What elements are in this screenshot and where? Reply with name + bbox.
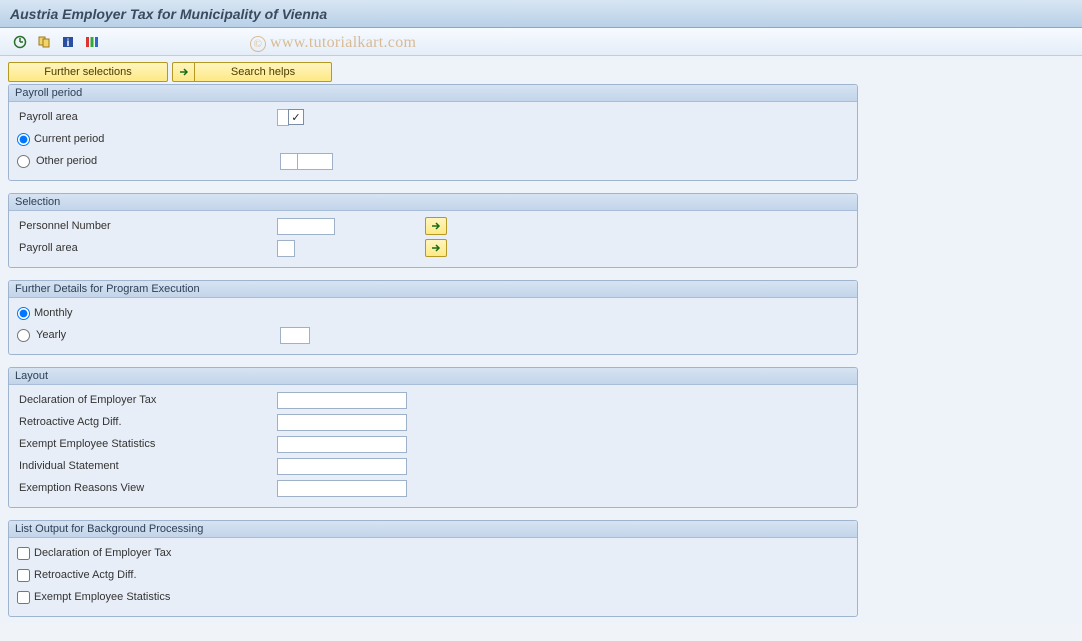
current-period-radio[interactable] xyxy=(17,133,30,146)
section-further-details: Further Details for Program Execution Mo… xyxy=(8,280,858,355)
list-output-label: Exempt Employee Statistics xyxy=(34,591,170,603)
list-output-label: Retroactive Actg Diff. xyxy=(34,569,137,581)
monthly-radio[interactable] xyxy=(17,307,30,320)
section-layout: Layout Declaration of Employer Tax Retro… xyxy=(8,367,858,508)
layout-field-label: Exemption Reasons View xyxy=(17,482,277,494)
sel-payroll-area-multi-button[interactable] xyxy=(425,239,447,257)
content-area: Further selections Search helps Payroll … xyxy=(0,56,1082,623)
layout-field-input[interactable] xyxy=(277,414,407,431)
other-period-label: Other period xyxy=(34,155,280,167)
section-title: List Output for Background Processing xyxy=(9,521,857,538)
other-period-input2[interactable] xyxy=(297,153,333,170)
list-output-label: Declaration of Employer Tax xyxy=(34,547,171,559)
other-period-input1[interactable] xyxy=(280,153,298,170)
further-selections-label: Further selections xyxy=(44,66,131,78)
personnel-number-label: Personnel Number xyxy=(17,220,277,232)
payroll-area-check-icon[interactable]: ✓ xyxy=(288,109,304,125)
current-period-label: Current period xyxy=(34,133,104,145)
sel-payroll-area-label: Payroll area xyxy=(17,242,277,254)
section-selection: Selection Personnel Number Payroll area xyxy=(8,193,858,268)
layout-field-input[interactable] xyxy=(277,480,407,497)
personnel-number-input[interactable] xyxy=(277,218,335,235)
yearly-radio[interactable] xyxy=(17,329,30,342)
action-row: Further selections Search helps xyxy=(8,62,1074,82)
list-output-checkbox[interactable] xyxy=(17,591,30,604)
layout-field-label: Individual Statement xyxy=(17,460,277,472)
other-period-radio[interactable] xyxy=(17,155,30,168)
layout-field-input[interactable] xyxy=(277,458,407,475)
title-text: Austria Employer Tax for Municipality of… xyxy=(10,6,327,22)
search-helps-button[interactable]: Search helps xyxy=(194,62,332,82)
window-title: Austria Employer Tax for Municipality of… xyxy=(0,0,1082,28)
section-title: Further Details for Program Execution xyxy=(9,281,857,298)
search-helps-arrow-icon[interactable] xyxy=(172,62,194,82)
search-helps-group: Search helps xyxy=(172,62,332,82)
execute-icon[interactable] xyxy=(10,33,30,51)
payroll-area-label: Payroll area xyxy=(17,111,277,123)
color-legend-icon[interactable] xyxy=(82,33,102,51)
sel-payroll-area-input[interactable] xyxy=(277,240,295,257)
layout-field-input[interactable] xyxy=(277,392,407,409)
section-payroll-period: Payroll period Payroll area ✓ Current pe… xyxy=(8,84,858,181)
layout-field-label: Retroactive Actg Diff. xyxy=(17,416,277,428)
further-selections-button[interactable]: Further selections xyxy=(8,62,168,82)
list-output-checkbox[interactable] xyxy=(17,569,30,582)
variant-icon[interactable] xyxy=(34,33,54,51)
monthly-label: Monthly xyxy=(34,307,73,319)
list-output-checkbox[interactable] xyxy=(17,547,30,560)
info-icon[interactable]: i xyxy=(58,33,78,51)
toolbar: i xyxy=(0,28,1082,56)
layout-field-input[interactable] xyxy=(277,436,407,453)
layout-field-label: Declaration of Employer Tax xyxy=(17,394,277,406)
section-list-output: List Output for Background Processing De… xyxy=(8,520,858,617)
yearly-input[interactable] xyxy=(280,327,310,344)
yearly-label: Yearly xyxy=(34,329,280,341)
svg-text:i: i xyxy=(67,38,70,49)
personnel-number-multi-button[interactable] xyxy=(425,217,447,235)
section-title: Layout xyxy=(9,368,857,385)
search-helps-label: Search helps xyxy=(231,66,295,78)
section-title: Selection xyxy=(9,194,857,211)
layout-field-label: Exempt Employee Statistics xyxy=(17,438,277,450)
section-title: Payroll period xyxy=(9,85,857,102)
